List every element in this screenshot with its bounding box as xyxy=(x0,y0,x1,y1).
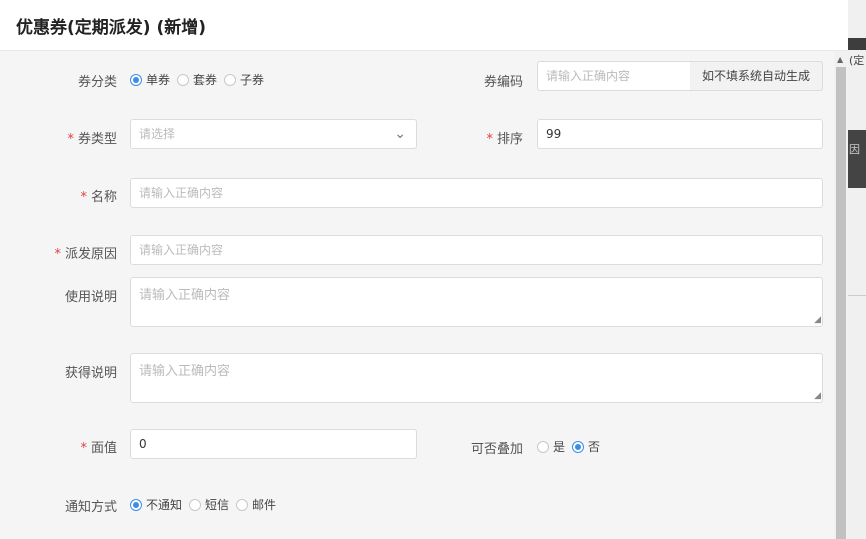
notify-method-radio-group: 不通知 短信 邮件 xyxy=(130,496,283,513)
radio-checked-icon xyxy=(130,498,142,511)
radio-unchecked-icon xyxy=(177,73,190,86)
chevron-down-icon: ⌄ xyxy=(394,126,406,142)
sort-label: * 排序 xyxy=(486,132,523,147)
radio-checked-icon xyxy=(130,73,142,86)
radio-unchecked-icon xyxy=(224,73,237,86)
notify-option-sms[interactable]: 短信 xyxy=(189,496,229,513)
notify-option-email[interactable]: 邮件 xyxy=(236,496,276,513)
coupon-type-select[interactable]: 请选择 ⌄ xyxy=(130,119,417,149)
dialog-title: 优惠券(定期派发) (新增) xyxy=(16,18,206,38)
radio-unchecked-icon xyxy=(537,440,549,453)
background-dark-bar xyxy=(848,38,866,50)
name-input[interactable]: 请输入正确内容 xyxy=(130,178,823,208)
coupon-type-label: * 券类型 xyxy=(67,132,117,147)
dialog-body: 券分类 单券 套券 子券 券编码 请输入正确内容 如不填系统自动生成 * 券类型 … xyxy=(0,51,834,539)
obtain-desc-label: 获得说明 xyxy=(64,366,117,381)
usage-desc-label: 使用说明 xyxy=(64,290,117,305)
resize-handle-icon[interactable]: ◢ xyxy=(814,316,821,325)
obtain-desc-textarea[interactable]: 请输入正确内容 ◢ xyxy=(130,353,823,403)
stackable-option-no[interactable]: 否 xyxy=(572,438,600,455)
scrollbar-thumb[interactable] xyxy=(836,67,846,539)
coupon-code-input[interactable]: 请输入正确内容 xyxy=(537,61,691,91)
background-page-edge: (定 因 xyxy=(848,0,866,539)
radio-unchecked-icon xyxy=(189,498,202,511)
background-text: (定 xyxy=(849,54,865,67)
resize-handle-icon[interactable]: ◢ xyxy=(814,392,821,401)
notify-method-label: 通知方式 xyxy=(64,500,117,515)
coupon-code-addon: 如不填系统自动生成 xyxy=(690,61,823,91)
coupon-category-radio-group: 单券 套券 子券 xyxy=(130,71,271,88)
radio-checked-icon xyxy=(572,440,585,453)
notify-option-none[interactable]: 不通知 xyxy=(130,496,182,513)
background-divider xyxy=(848,295,866,296)
face-value-input[interactable]: 0 xyxy=(130,429,417,459)
coupon-code-label: 券编码 xyxy=(483,75,523,90)
vertical-scrollbar[interactable]: ▲ xyxy=(834,51,848,539)
face-value-label: * 面值 xyxy=(80,441,117,456)
background-dark-bar xyxy=(848,130,866,188)
sort-input[interactable]: 99 xyxy=(537,119,823,149)
stackable-option-yes[interactable]: 是 xyxy=(537,438,565,455)
radio-unchecked-icon xyxy=(236,498,249,511)
stackable-label: 可否叠加 xyxy=(470,442,523,457)
dialog-header: 优惠券(定期派发) (新增) xyxy=(0,0,848,51)
dispatch-reason-label: * 派发原因 xyxy=(54,247,117,262)
usage-desc-textarea[interactable]: 请输入正确内容 ◢ xyxy=(130,277,823,327)
coupon-category-option-single[interactable]: 单券 xyxy=(130,71,170,88)
name-label: * 名称 xyxy=(80,190,117,205)
coupon-category-label: 券分类 xyxy=(77,75,117,90)
coupon-category-option-set[interactable]: 套券 xyxy=(177,71,217,88)
scroll-up-arrow-icon[interactable]: ▲ xyxy=(837,55,843,64)
background-text: 因 xyxy=(849,143,860,156)
dispatch-reason-input[interactable]: 请输入正确内容 xyxy=(130,235,823,265)
stackable-radio-group: 是 否 xyxy=(537,438,607,455)
coupon-category-option-sub[interactable]: 子券 xyxy=(224,71,264,88)
